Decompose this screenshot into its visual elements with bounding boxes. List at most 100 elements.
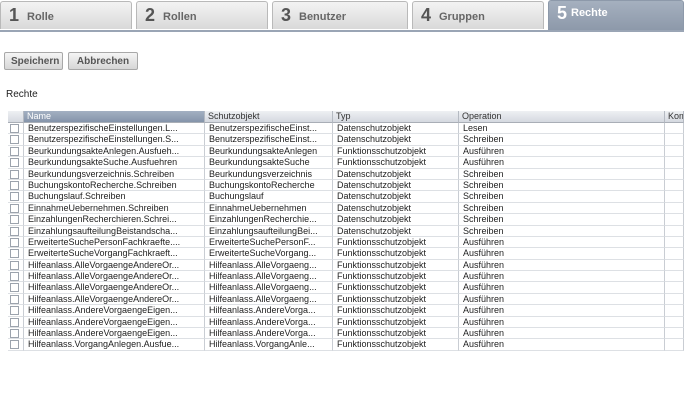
cell-schutzobjekt: BeurkundungsakteAnlegen	[205, 145, 333, 158]
header-operation[interactable]: Operation	[459, 111, 665, 123]
table-row[interactable]: EinnahmeUebernehmen.Schreiben EinnahmeUeb…	[8, 202, 684, 215]
row-checkbox[interactable]	[10, 329, 19, 339]
table-row[interactable]: Hilfeanlass.AlleVorgaengeAndereOr... Hilf…	[8, 259, 684, 272]
table-body: BenutzerspezifischeEinstellungen.L... Ben…	[8, 123, 684, 351]
row-checkbox[interactable]	[10, 192, 19, 202]
cell-kommentar	[665, 157, 684, 169]
wizard-step-4-gruppen[interactable]: 4 Gruppen	[412, 1, 544, 29]
table-row[interactable]: Hilfeanlass.AndereVorgaengeEigen... Hilfe…	[8, 328, 684, 340]
table-row[interactable]: Hilfeanlass.AlleVorgaengeAndereOr... Hilf…	[8, 282, 684, 294]
cell-name: BuchungskontoRecherche.Schreiben	[24, 179, 205, 192]
row-checkbox[interactable]	[10, 249, 19, 259]
row-checkbox[interactable]	[10, 237, 19, 247]
save-button[interactable]: Speichern	[4, 52, 63, 70]
cell-name: Hilfeanlass.AlleVorgaengeAndereOr...	[24, 271, 205, 283]
row-select-cell	[8, 271, 24, 283]
cell-kommentar	[665, 328, 684, 340]
cell-kommentar	[665, 168, 684, 180]
table-row[interactable]: BenutzerspezifischeEinstellungen.L... Ben…	[8, 123, 684, 135]
table-row[interactable]: ErweiterteSucheVorgangFachkraeft... Erwei…	[8, 248, 684, 260]
wizard-step-1-rolle[interactable]: 1 Rolle	[0, 1, 132, 29]
cell-operation: Ausführen	[459, 236, 665, 249]
row-checkbox[interactable]	[10, 169, 19, 179]
table-row[interactable]: BuchungskontoRecherche.Schreiben Buchungs…	[8, 179, 684, 192]
header-name[interactable]: Name	[24, 111, 205, 123]
row-checkbox[interactable]	[10, 317, 19, 327]
row-checkbox[interactable]	[10, 226, 19, 236]
cell-kommentar	[665, 271, 684, 283]
cell-kommentar	[665, 236, 684, 249]
row-checkbox[interactable]	[10, 215, 19, 225]
header-schutzobjekt[interactable]: Schutzobjekt	[205, 111, 333, 123]
cell-schutzobjekt: ErweiterteSucheVorgang...	[205, 248, 333, 260]
table-row[interactable]: BeurkundungsakteSuche.Ausfuehren Beurkund…	[8, 157, 684, 169]
row-checkbox[interactable]	[10, 203, 19, 213]
row-checkbox[interactable]	[10, 340, 19, 350]
cell-name: ErweiterteSucheVorgangFachkraeft...	[24, 248, 205, 260]
table-row[interactable]: Hilfeanlass.VorgangAnlegen.Ausfue... Hilf…	[8, 339, 684, 351]
wizard-step-5-rechte[interactable]: 5 Rechte	[548, 0, 684, 30]
row-select-cell	[8, 145, 24, 158]
cell-name: BeurkundungsakteSuche.Ausfuehren	[24, 157, 205, 169]
row-checkbox[interactable]	[10, 306, 19, 316]
header-select[interactable]	[8, 111, 24, 123]
row-select-cell	[8, 214, 24, 226]
table-row[interactable]: Buchungslauf.Schreiben Buchungslauf Datens…	[8, 191, 684, 203]
row-checkbox[interactable]	[10, 124, 19, 133]
cell-kommentar	[665, 134, 684, 146]
step-number: 4	[421, 5, 432, 25]
row-checkbox[interactable]	[10, 260, 19, 270]
row-checkbox[interactable]	[10, 146, 19, 156]
table-row[interactable]: BeurkundungsakteAnlegen.Ausfueh... Beurku…	[8, 145, 684, 158]
row-checkbox[interactable]	[10, 158, 19, 168]
wizard-step-3-benutzer[interactable]: 3 Benutzer	[272, 1, 408, 29]
cell-kommentar	[665, 145, 684, 158]
step-number: 3	[281, 5, 292, 25]
wizard-steps: 1 Rolle 2 Rollen 3 Benutzer 4 Gruppen 5 …	[0, 0, 684, 32]
cell-operation: Lesen	[459, 123, 665, 135]
cell-schutzobjekt: Buchungslauf	[205, 191, 333, 203]
table-row[interactable]: EinzahlungenRecherchieren.Schrei... Einza…	[8, 214, 684, 226]
cell-kommentar	[665, 259, 684, 272]
header-kommentar[interactable]: Kom	[665, 111, 684, 123]
cell-kommentar	[665, 293, 684, 306]
table-row[interactable]: BenutzerspezifischeEinstellungen.S... Ben…	[8, 134, 684, 146]
row-select-cell	[8, 339, 24, 351]
row-checkbox[interactable]	[10, 180, 19, 190]
cell-schutzobjekt: Hilfeanlass.AlleVorgaeng...	[205, 259, 333, 272]
cell-operation: Schreiben	[459, 202, 665, 215]
cell-kommentar	[665, 316, 684, 329]
cell-kommentar	[665, 248, 684, 260]
cell-operation: Schreiben	[459, 191, 665, 203]
table-row[interactable]: ErweiterteSuchePersonFachkraefte.... Erwe…	[8, 236, 684, 249]
cell-schutzobjekt: Beurkundungsverzeichnis	[205, 168, 333, 180]
table-row[interactable]: Hilfeanlass.AndereVorgaengeEigen... Hilfe…	[8, 316, 684, 329]
table-row[interactable]: Hilfeanlass.AndereVorgaengeEigen... Hilfe…	[8, 305, 684, 317]
cell-schutzobjekt: EinzahlungsaufteilungBei...	[205, 225, 333, 237]
wizard-step-2-rollen[interactable]: 2 Rollen	[136, 1, 268, 29]
row-checkbox[interactable]	[10, 272, 19, 282]
cell-schutzobjekt: BeurkundungsakteSuche	[205, 157, 333, 169]
table-row[interactable]: Hilfeanlass.AlleVorgaengeAndereOr... Hilf…	[8, 293, 684, 306]
cell-kommentar	[665, 202, 684, 215]
row-select-cell	[8, 134, 24, 146]
row-select-cell	[8, 236, 24, 249]
header-typ[interactable]: Typ	[333, 111, 459, 123]
row-checkbox[interactable]	[10, 135, 19, 145]
row-checkbox[interactable]	[10, 294, 19, 304]
cell-kommentar	[665, 214, 684, 226]
cell-name: Hilfeanlass.AndereVorgaengeEigen...	[24, 305, 205, 317]
cell-schutzobjekt: BuchungskontoRecherche	[205, 179, 333, 192]
table-row[interactable]: Hilfeanlass.AlleVorgaengeAndereOr... Hilf…	[8, 271, 684, 283]
cell-operation: Ausführen	[459, 328, 665, 340]
table-row[interactable]: Beurkundungsverzeichnis.Schreiben Beurkun…	[8, 168, 684, 180]
cell-operation: Schreiben	[459, 225, 665, 237]
row-select-cell	[8, 259, 24, 272]
cell-typ: Funktionsschutzobjekt	[333, 293, 459, 306]
cell-name: Hilfeanlass.AlleVorgaengeAndereOr...	[24, 282, 205, 294]
table-row[interactable]: EinzahlungsaufteilungBeistandscha... Einz…	[8, 225, 684, 237]
cancel-button[interactable]: Abbrechen	[68, 52, 138, 70]
rights-table: Name Schutzobjekt Typ Operation Kom Benu…	[8, 111, 684, 413]
row-checkbox[interactable]	[10, 283, 19, 293]
cell-operation: Ausführen	[459, 293, 665, 306]
